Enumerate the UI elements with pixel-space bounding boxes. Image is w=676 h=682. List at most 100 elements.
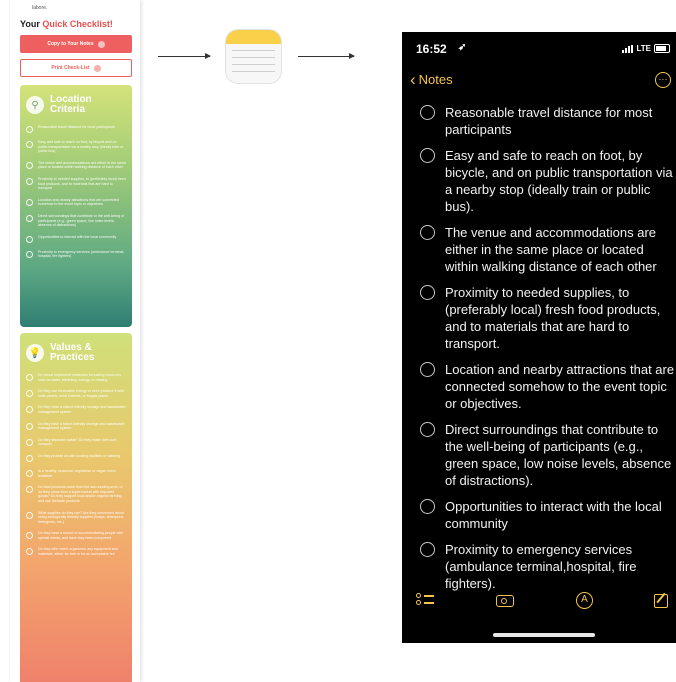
checklist-item-text[interactable]: Reasonable travel distance for most part… [445,104,676,138]
checklist-item-text[interactable]: Proximity to needed supplies, to (prefer… [445,284,676,352]
web-top-text: labore. [32,5,48,11]
notes-app-icon [226,30,281,83]
card-item-text: Easy and safe to reach on foot, by bicyc… [38,140,124,154]
checklist-item[interactable]: Reasonable travel distance for most part… [420,104,676,138]
checkbox-circle-icon[interactable] [26,141,33,148]
card-list-item[interactable]: Do they offer event organizers any equip… [26,547,126,556]
location-arrow-icon: ➶ [458,42,467,53]
checklist-item[interactable]: Opportunities to interact with the local… [420,498,676,532]
checklist-item[interactable]: Direct surroundings that contribute to t… [420,421,676,489]
home-indicator[interactable] [493,633,595,637]
checkbox-circle-icon[interactable] [420,362,435,377]
checkbox-circle-icon[interactable] [26,161,33,169]
checkbox-circle-icon[interactable] [26,511,33,519]
card-list-item[interactable]: Do food products come from the surroundi… [26,485,126,503]
card-list-item[interactable]: The venue and accommodations are either … [26,161,126,170]
card-list-item[interactable]: Do they have a record of accommodating p… [26,531,126,540]
checklist-heading: Your Quick Checklist! [20,19,113,29]
camera-icon[interactable] [496,595,514,607]
checklist-item[interactable]: Proximity to emergency services (ambulan… [420,541,676,592]
checkbox-circle-icon[interactable] [26,177,33,185]
card-item-text: Do venue implement measures for saving r… [38,373,122,382]
location-criteria-title: Location Criteria [50,94,92,115]
card-list-item[interactable]: Do they have a future-friendly sewage an… [26,422,126,431]
card-list-item[interactable]: Easy and safe to reach on foot, by bicyc… [26,140,126,154]
print-icon [93,64,101,72]
card-item-text: Is a healthy, seasonal, vegetarian or ve… [38,468,117,478]
checkbox-circle-icon[interactable] [420,422,435,437]
checkbox-circle-icon[interactable] [26,235,33,243]
card-list-item[interactable]: Is a healthy, seasonal, vegetarian or ve… [26,469,126,478]
card-item-text: Opportunities to interact with the local… [38,234,117,239]
arrow-right-2 [298,53,355,59]
card-list-item[interactable]: Opportunities to interact with the local… [26,235,126,243]
card-list-item[interactable]: What supplies do they use? Are they conc… [26,511,126,525]
notes-navbar: ‹ Notes ··· [402,70,676,92]
card-list-item[interactable]: Do they use renewable energy or even pro… [26,389,126,398]
checkbox-circle-icon[interactable] [420,285,435,300]
checkbox-circle-icon[interactable] [26,548,33,556]
checkbox-circle-icon[interactable] [26,469,33,477]
checklist-item-text[interactable]: Opportunities to interact with the local… [445,498,676,532]
location-criteria-card: ⚲ Location Criteria Reasonable travel dis… [20,85,132,327]
card-item-text: Do food products come from the surroundi… [38,485,123,503]
chevron-left-icon: ‹ [410,70,416,89]
card-item-text: What supplies do they use? Are they conc… [38,510,125,524]
checkbox-circle-icon[interactable] [420,542,435,557]
checkbox-circle-icon[interactable] [420,225,435,240]
checklist-item[interactable]: The venue and accommodations are either … [420,224,676,275]
checklist-item[interactable]: Proximity to needed supplies, to (prefer… [420,284,676,352]
checklist-item[interactable]: Easy and safe to reach on foot, by bicyc… [420,147,676,215]
checklist-item[interactable]: Location and nearby attractions that are… [420,361,676,412]
checkbox-circle-icon[interactable] [26,438,33,446]
more-options-button[interactable]: ··· [655,72,671,88]
card-item-text: The venue and accommodations are either … [38,160,126,170]
checkbox-circle-icon[interactable] [26,214,33,222]
markup-icon[interactable]: A [576,592,593,609]
checklist-item-text[interactable]: The venue and accommodations are either … [445,224,676,275]
card-list-item[interactable]: Do they separate waste? Do they make the… [26,438,126,447]
compose-icon[interactable] [654,594,668,608]
checkbox-circle-icon[interactable] [420,499,435,514]
card-list-item[interactable]: Location and nearby attractions that are… [26,198,126,207]
back-button[interactable]: ‹ Notes [410,70,453,89]
card-item-text: Do they use renewable energy or even pro… [38,389,124,398]
checklist-item-text[interactable]: Location and nearby attractions that are… [445,361,676,412]
checklist-item-text[interactable]: Direct surroundings that contribute to t… [445,421,676,489]
location-pin-icon: ⚲ [26,96,44,114]
checkbox-circle-icon[interactable] [26,406,33,414]
checklist-icon[interactable] [416,592,434,605]
card-list-item[interactable]: Proximity to emergency services (ambulan… [26,250,126,259]
checklist-item-text[interactable]: Proximity to emergency services (ambulan… [445,541,676,592]
checkbox-circle-icon[interactable] [26,532,33,540]
card-list-item[interactable]: Reasonable travel distance for most part… [26,125,126,133]
card-item-text: Do they have a record of accommodating p… [38,531,123,540]
lightbulb-icon: 💡 [26,344,44,362]
checkbox-circle-icon[interactable] [420,105,435,120]
card-item-text: Do they provide on-site cooking faciliti… [38,453,121,458]
print-checklist-button[interactable]: Print Check-List [20,59,132,77]
checkbox-circle-icon[interactable] [26,250,33,258]
card-item-text: Do they separate waste? Do they make the… [38,437,117,447]
card-item-text: Do they have a future-friendly sewage an… [38,421,125,431]
card-item-text: Proximity to emergency services (ambulan… [38,249,125,259]
card-item-text: Proximity to needed supplies, to (prefer… [38,176,126,191]
card-item-text: Do they have a nature-friendly sewage an… [38,405,126,414]
card-list-item[interactable]: Do venue implement measures for saving r… [26,373,126,382]
card-list-item[interactable]: Proximity to needed supplies, to (prefer… [26,177,126,191]
card-list-item[interactable]: Do they provide on-site cooking faciliti… [26,454,126,462]
checkbox-circle-icon[interactable] [26,374,33,381]
card-item-text: Do they offer event organizers any equip… [38,547,118,557]
checkbox-circle-icon[interactable] [26,198,33,206]
checkbox-circle-icon[interactable] [26,126,33,133]
checklist-item-text[interactable]: Easy and safe to reach on foot, by bicyc… [445,147,676,215]
checkbox-circle-icon[interactable] [420,148,435,163]
status-time: 16:52 [416,42,447,56]
checkbox-circle-icon[interactable] [26,422,33,430]
checkbox-circle-icon[interactable] [26,486,33,494]
card-list-item[interactable]: Do they have a nature-friendly sewage an… [26,405,126,414]
copy-to-notes-button[interactable]: Copy to Your Notes [20,35,132,53]
checkbox-circle-icon[interactable] [26,454,33,462]
card-list-item[interactable]: Direct surroundings that contribute to t… [26,214,126,228]
checkbox-circle-icon[interactable] [26,390,33,398]
